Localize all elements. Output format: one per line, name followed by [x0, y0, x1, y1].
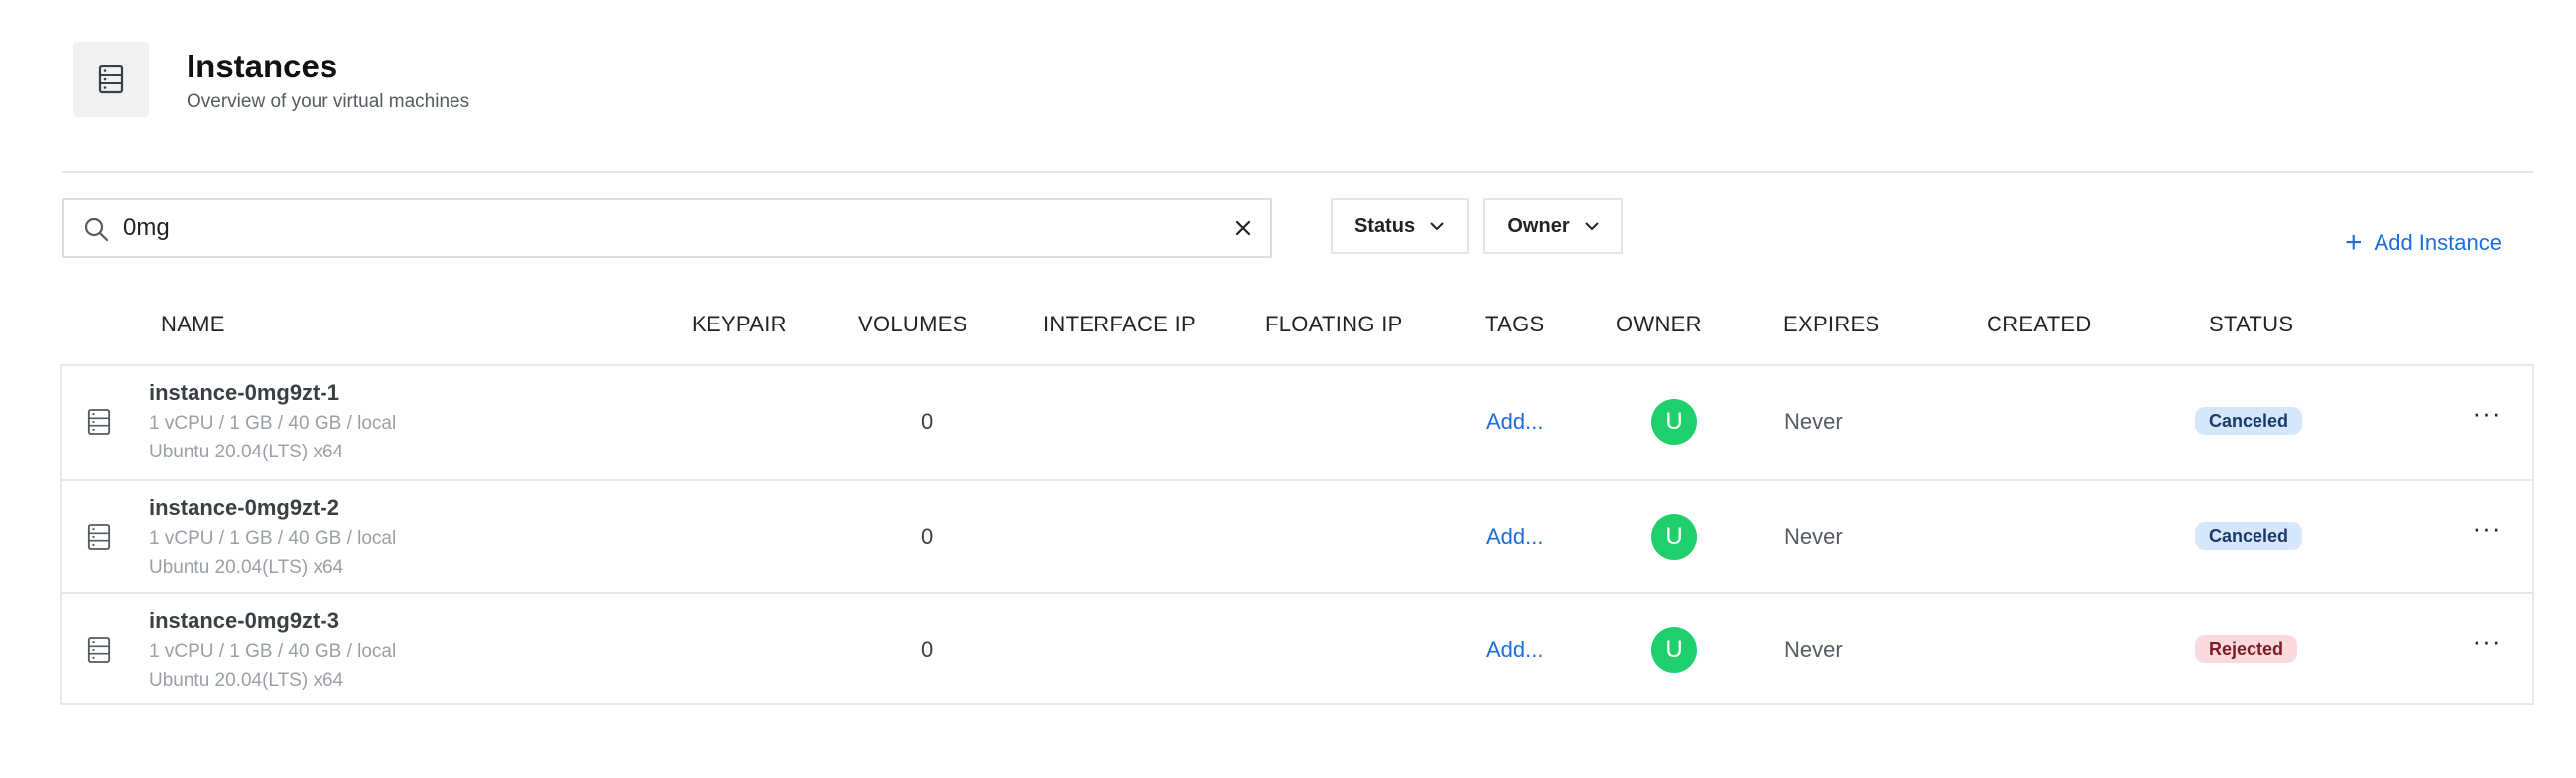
- table-row[interactable]: instance-0mg9zt-1 1 vCPU / 1 GB / 40 GB …: [62, 366, 2532, 479]
- status-filter-label: Status: [1353, 214, 1416, 237]
- instance-name[interactable]: instance-0mg9zt-2: [149, 495, 339, 521]
- search-box[interactable]: [62, 198, 1272, 258]
- column-header-created[interactable]: CREATED: [1987, 312, 2092, 337]
- plus-icon: +: [2345, 226, 2363, 259]
- header-divider: [62, 171, 2534, 173]
- owner-filter-button[interactable]: Owner: [1483, 198, 1623, 254]
- instance-spec: 1 vCPU / 1 GB / 40 GB / local: [149, 413, 397, 434]
- add-instance-label: Add Instance: [2374, 230, 2502, 255]
- more-actions-icon[interactable]: ···: [2467, 628, 2507, 662]
- expires-value: Never: [1784, 637, 1843, 662]
- search-icon: [84, 217, 109, 242]
- column-header-name[interactable]: NAME: [161, 312, 225, 337]
- instances-table: instance-0mg9zt-1 1 vCPU / 1 GB / 40 GB …: [60, 364, 2534, 705]
- add-tag-link[interactable]: Add...: [1486, 409, 1543, 435]
- status-filter-button[interactable]: Status: [1331, 198, 1469, 254]
- server-icon: [98, 65, 124, 94]
- instance-spec: 1 vCPU / 1 GB / 40 GB / local: [149, 528, 397, 549]
- table-row[interactable]: instance-0mg9zt-3 1 vCPU / 1 GB / 40 GB …: [62, 592, 2532, 708]
- instance-name[interactable]: instance-0mg9zt-1: [149, 380, 339, 406]
- volumes-count: 0: [921, 637, 934, 662]
- server-icon: [87, 524, 111, 550]
- more-actions-icon[interactable]: ···: [2467, 400, 2507, 434]
- column-header-status[interactable]: STATUS: [2209, 312, 2293, 337]
- column-header-owner[interactable]: OWNER: [1616, 312, 1702, 337]
- instance-name[interactable]: instance-0mg9zt-3: [149, 608, 339, 634]
- search-input[interactable]: [123, 210, 1205, 246]
- status-badge: Canceled: [2195, 407, 2303, 435]
- expires-value: Never: [1784, 409, 1843, 434]
- chevron-down-icon: [1584, 222, 1599, 231]
- column-header-interface-ip[interactable]: INTERFACE IP: [1043, 312, 1196, 337]
- volumes-count: 0: [921, 409, 934, 434]
- instance-os: Ubuntu 20.04(LTS) x64: [149, 557, 344, 578]
- owner-avatar[interactable]: U: [1651, 514, 1697, 560]
- volumes-count: 0: [921, 524, 934, 549]
- owner-avatar[interactable]: U: [1651, 627, 1697, 673]
- more-actions-icon[interactable]: ···: [2467, 515, 2507, 549]
- header-server-icon: [73, 42, 149, 117]
- column-header-tags[interactable]: TAGS: [1485, 312, 1544, 337]
- clear-search-icon[interactable]: [1234, 219, 1252, 237]
- column-header-expires[interactable]: EXPIRES: [1783, 312, 1879, 337]
- column-header-keypair[interactable]: KEYPAIR: [692, 312, 787, 337]
- status-badge: Rejected: [2195, 635, 2298, 663]
- add-tag-link[interactable]: Add...: [1486, 637, 1543, 663]
- instance-os: Ubuntu 20.04(LTS) x64: [149, 442, 344, 462]
- page-subtitle: Overview of your virtual machines: [187, 91, 470, 112]
- page-title: Instances: [187, 48, 338, 84]
- expires-value: Never: [1784, 524, 1843, 549]
- column-header-volumes[interactable]: VOLUMES: [858, 312, 967, 337]
- column-header-floating-ip[interactable]: FLOATING IP: [1265, 312, 1403, 337]
- instance-os: Ubuntu 20.04(LTS) x64: [149, 670, 344, 691]
- owner-avatar[interactable]: U: [1651, 399, 1697, 445]
- owner-filter-label: Owner: [1507, 214, 1570, 237]
- add-tag-link[interactable]: Add...: [1486, 524, 1543, 550]
- add-instance-button[interactable]: + Add Instance: [2345, 228, 2502, 258]
- server-icon: [87, 409, 111, 435]
- server-icon: [87, 637, 111, 663]
- chevron-down-icon: [1430, 222, 1444, 231]
- table-row[interactable]: instance-0mg9zt-2 1 vCPU / 1 GB / 40 GB …: [62, 479, 2532, 594]
- status-badge: Canceled: [2195, 522, 2303, 550]
- instance-spec: 1 vCPU / 1 GB / 40 GB / local: [149, 641, 397, 662]
